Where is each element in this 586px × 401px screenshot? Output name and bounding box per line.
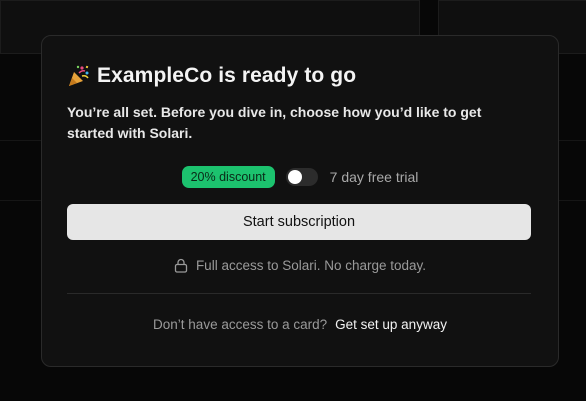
lock-icon (174, 258, 188, 273)
access-note-text: Full access to Solari. No charge today. (195, 258, 427, 273)
get-set-up-anyway-link[interactable]: Get set up anyway (335, 317, 447, 332)
background-divider (0, 140, 41, 141)
modal-title: ExampleCo is ready to go (97, 64, 357, 87)
background-divider (559, 200, 586, 201)
discount-badge: 20% discount (181, 166, 275, 188)
divider (67, 293, 531, 294)
modal-subtitle: You’re all set. Before you dive in, choo… (67, 104, 482, 141)
title-row: ExampleCo is ready to go (67, 64, 356, 88)
onboarding-modal: ExampleCo is ready to go You’re all set.… (41, 35, 559, 367)
footer-text: Don’t have access to a card? (153, 317, 328, 332)
background-divider (559, 140, 586, 141)
footer: Don’t have access to a card? Get set up … (42, 317, 558, 332)
start-subscription-button[interactable]: Start subscription (67, 204, 531, 240)
free-trial-label: 7 day free trial (329, 169, 419, 185)
background-divider (0, 200, 41, 201)
toggle-knob (287, 170, 302, 184)
access-note: Full access to Solari. No charge today. (42, 258, 558, 273)
free-trial-toggle[interactable] (285, 168, 318, 186)
party-popper-icon (69, 65, 89, 86)
plan-options: 20% discount 7 day free trial (42, 166, 558, 188)
